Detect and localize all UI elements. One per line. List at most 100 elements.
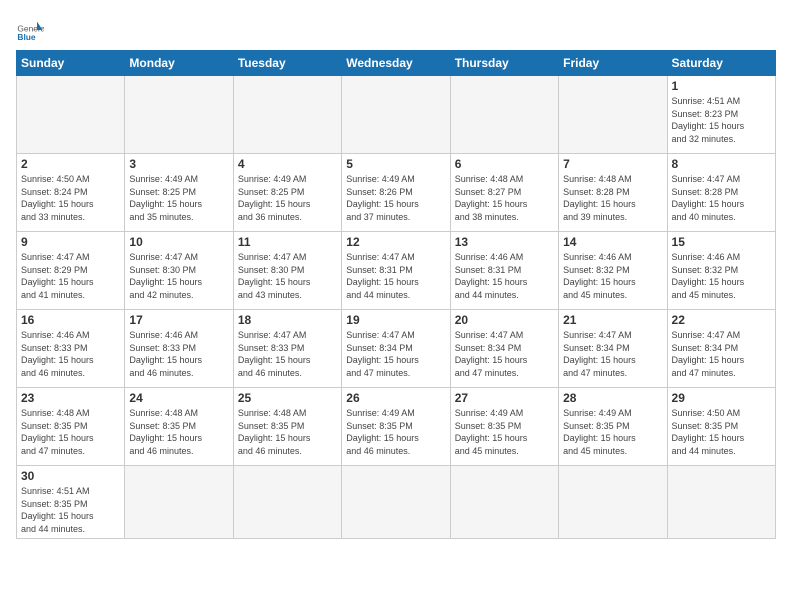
weekday-header-sunday: Sunday [17, 51, 125, 76]
day-number: 17 [129, 313, 228, 327]
day-number: 4 [238, 157, 337, 171]
weekday-header-tuesday: Tuesday [233, 51, 341, 76]
calendar-cell [342, 466, 450, 539]
calendar-cell: 8 Sunrise: 4:47 AM Sunset: 8:28 PM Daylig… [667, 154, 775, 232]
day-number: 26 [346, 391, 445, 405]
svg-text:Blue: Blue [17, 32, 35, 42]
day-number: 27 [455, 391, 554, 405]
day-info: Sunrise: 4:47 AM Sunset: 8:34 PM Dayligh… [346, 329, 445, 379]
weekday-header-monday: Monday [125, 51, 233, 76]
calendar-cell [559, 466, 667, 539]
calendar-cell: 20 Sunrise: 4:47 AM Sunset: 8:34 PM Dayli… [450, 310, 558, 388]
calendar-week-row: 9 Sunrise: 4:47 AM Sunset: 8:29 PM Daylig… [17, 232, 776, 310]
day-number: 11 [238, 235, 337, 249]
day-number: 3 [129, 157, 228, 171]
calendar-cell: 9 Sunrise: 4:47 AM Sunset: 8:29 PM Daylig… [17, 232, 125, 310]
calendar-cell: 2 Sunrise: 4:50 AM Sunset: 8:24 PM Daylig… [17, 154, 125, 232]
day-info: Sunrise: 4:49 AM Sunset: 8:25 PM Dayligh… [129, 173, 228, 223]
day-info: Sunrise: 4:47 AM Sunset: 8:31 PM Dayligh… [346, 251, 445, 301]
day-info: Sunrise: 4:48 AM Sunset: 8:35 PM Dayligh… [21, 407, 120, 457]
calendar-week-row: 1Sunrise: 4:51 AM Sunset: 8:23 PM Daylig… [17, 76, 776, 154]
generalblue-logo-icon: General Blue [16, 16, 44, 44]
calendar-cell: 30 Sunrise: 4:51 AM Sunset: 8:35 PM Dayli… [17, 466, 125, 539]
calendar-cell [125, 466, 233, 539]
day-number: 18 [238, 313, 337, 327]
logo: General Blue [16, 16, 48, 44]
day-info: Sunrise: 4:47 AM Sunset: 8:29 PM Dayligh… [21, 251, 120, 301]
day-info: Sunrise: 4:46 AM Sunset: 8:33 PM Dayligh… [21, 329, 120, 379]
day-info: Sunrise: 4:46 AM Sunset: 8:31 PM Dayligh… [455, 251, 554, 301]
calendar-cell [233, 466, 341, 539]
day-info: Sunrise: 4:47 AM Sunset: 8:30 PM Dayligh… [238, 251, 337, 301]
day-number: 15 [672, 235, 771, 249]
day-info: Sunrise: 4:47 AM Sunset: 8:33 PM Dayligh… [238, 329, 337, 379]
day-info: Sunrise: 4:51 AM Sunset: 8:35 PM Dayligh… [21, 485, 120, 535]
day-number: 20 [455, 313, 554, 327]
day-number: 30 [21, 469, 120, 483]
weekday-header-saturday: Saturday [667, 51, 775, 76]
calendar-cell [342, 76, 450, 154]
calendar-cell [233, 76, 341, 154]
calendar-cell [450, 466, 558, 539]
day-info: Sunrise: 4:50 AM Sunset: 8:24 PM Dayligh… [21, 173, 120, 223]
calendar-cell: 10Sunrise: 4:47 AM Sunset: 8:30 PM Dayli… [125, 232, 233, 310]
day-info: Sunrise: 4:46 AM Sunset: 8:32 PM Dayligh… [563, 251, 662, 301]
day-info: Sunrise: 4:48 AM Sunset: 8:28 PM Dayligh… [563, 173, 662, 223]
calendar-cell: 14 Sunrise: 4:46 AM Sunset: 8:32 PM Dayli… [559, 232, 667, 310]
day-number: 9 [21, 235, 120, 249]
calendar-cell: 19 Sunrise: 4:47 AM Sunset: 8:34 PM Dayli… [342, 310, 450, 388]
day-number: 16 [21, 313, 120, 327]
day-info: Sunrise: 4:49 AM Sunset: 8:35 PM Dayligh… [346, 407, 445, 457]
day-info: Sunrise: 4:49 AM Sunset: 8:35 PM Dayligh… [455, 407, 554, 457]
calendar-cell: 5Sunrise: 4:49 AM Sunset: 8:26 PM Daylig… [342, 154, 450, 232]
day-info: Sunrise: 4:47 AM Sunset: 8:34 PM Dayligh… [563, 329, 662, 379]
day-number: 14 [563, 235, 662, 249]
day-info: Sunrise: 4:47 AM Sunset: 8:34 PM Dayligh… [455, 329, 554, 379]
day-number: 29 [672, 391, 771, 405]
calendar-week-row: 16 Sunrise: 4:46 AM Sunset: 8:33 PM Dayli… [17, 310, 776, 388]
calendar-cell: 29 Sunrise: 4:50 AM Sunset: 8:35 PM Dayli… [667, 388, 775, 466]
calendar-cell: 25 Sunrise: 4:48 AM Sunset: 8:35 PM Dayli… [233, 388, 341, 466]
calendar-cell: 28 Sunrise: 4:49 AM Sunset: 8:35 PM Dayli… [559, 388, 667, 466]
day-number: 19 [346, 313, 445, 327]
calendar-cell: 26 Sunrise: 4:49 AM Sunset: 8:35 PM Dayli… [342, 388, 450, 466]
calendar-cell: 24Sunrise: 4:48 AM Sunset: 8:35 PM Dayli… [125, 388, 233, 466]
weekday-header-thursday: Thursday [450, 51, 558, 76]
day-number: 8 [672, 157, 771, 171]
day-number: 5 [346, 157, 445, 171]
day-info: Sunrise: 4:47 AM Sunset: 8:28 PM Dayligh… [672, 173, 771, 223]
day-info: Sunrise: 4:46 AM Sunset: 8:32 PM Dayligh… [672, 251, 771, 301]
calendar-cell: 4 Sunrise: 4:49 AM Sunset: 8:25 PM Daylig… [233, 154, 341, 232]
day-number: 12 [346, 235, 445, 249]
day-number: 24 [129, 391, 228, 405]
calendar-cell: 17 Sunrise: 4:46 AM Sunset: 8:33 PM Dayli… [125, 310, 233, 388]
calendar-cell: 11 Sunrise: 4:47 AM Sunset: 8:30 PM Dayli… [233, 232, 341, 310]
calendar-cell: 18 Sunrise: 4:47 AM Sunset: 8:33 PM Dayli… [233, 310, 341, 388]
calendar-cell [559, 76, 667, 154]
day-info: Sunrise: 4:46 AM Sunset: 8:33 PM Dayligh… [129, 329, 228, 379]
day-info: Sunrise: 4:49 AM Sunset: 8:35 PM Dayligh… [563, 407, 662, 457]
calendar-cell: 1Sunrise: 4:51 AM Sunset: 8:23 PM Daylig… [667, 76, 775, 154]
day-number: 6 [455, 157, 554, 171]
day-number: 23 [21, 391, 120, 405]
calendar-cell [125, 76, 233, 154]
calendar-cell [667, 466, 775, 539]
day-number: 25 [238, 391, 337, 405]
day-number: 1 [672, 79, 771, 93]
day-number: 7 [563, 157, 662, 171]
day-info: Sunrise: 4:47 AM Sunset: 8:30 PM Dayligh… [129, 251, 228, 301]
day-number: 22 [672, 313, 771, 327]
calendar-cell: 21Sunrise: 4:47 AM Sunset: 8:34 PM Dayli… [559, 310, 667, 388]
day-number: 13 [455, 235, 554, 249]
day-info: Sunrise: 4:48 AM Sunset: 8:27 PM Dayligh… [455, 173, 554, 223]
day-info: Sunrise: 4:50 AM Sunset: 8:35 PM Dayligh… [672, 407, 771, 457]
day-info: Sunrise: 4:47 AM Sunset: 8:34 PM Dayligh… [672, 329, 771, 379]
calendar-cell: 23 Sunrise: 4:48 AM Sunset: 8:35 PM Dayli… [17, 388, 125, 466]
weekday-header-row: SundayMondayTuesdayWednesdayThursdayFrid… [17, 51, 776, 76]
day-info: Sunrise: 4:48 AM Sunset: 8:35 PM Dayligh… [238, 407, 337, 457]
calendar-week-row: 30 Sunrise: 4:51 AM Sunset: 8:35 PM Dayli… [17, 466, 776, 539]
day-number: 28 [563, 391, 662, 405]
weekday-header-friday: Friday [559, 51, 667, 76]
day-number: 2 [21, 157, 120, 171]
day-info: Sunrise: 4:49 AM Sunset: 8:25 PM Dayligh… [238, 173, 337, 223]
